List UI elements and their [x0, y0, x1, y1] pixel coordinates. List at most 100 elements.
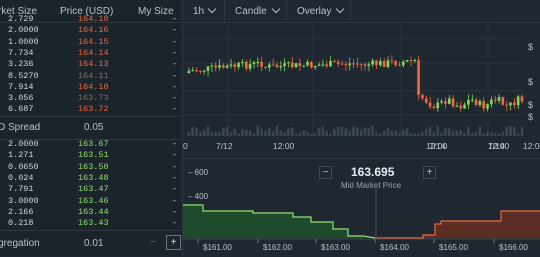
volume-bar: [283, 131, 286, 136]
chart-type-dropdown[interactable]: Candle: [225, 0, 287, 22]
candle: [463, 104, 466, 109]
volume-bar: [359, 129, 363, 136]
volume-bar: [271, 131, 275, 136]
volume-bar: [206, 126, 210, 136]
candle: [202, 70, 206, 72]
volume-bar: [352, 126, 355, 136]
candle: [290, 62, 294, 68]
ask-row[interactable]: 2.0000 164.16 -: [0, 25, 182, 36]
candle: [436, 102, 440, 109]
bid-row[interactable]: 3.0000 163.46 -: [0, 196, 182, 207]
ask-price: 164.11: [78, 70, 109, 81]
candle: [356, 63, 359, 65]
candle: [214, 65, 217, 68]
overlay-dropdown[interactable]: Overlay: [287, 0, 351, 22]
y-axis-label: $: [528, 42, 533, 52]
bid-size: 2.0000: [8, 139, 39, 149]
candle: [218, 65, 221, 68]
volume-bar: [401, 129, 405, 136]
depth-x-label: $165.00: [439, 243, 468, 252]
candle: [225, 65, 229, 68]
ask-size: 7.914: [8, 81, 34, 92]
volume-bar: [371, 126, 374, 136]
depth-y-label: – 600: [188, 168, 209, 177]
candle: [229, 64, 233, 66]
candle: [490, 99, 493, 105]
overlay-value: Overlay: [297, 5, 332, 17]
aggregation-decrease-button[interactable]: −: [150, 237, 156, 248]
candle: [264, 66, 267, 68]
ask-row[interactable]: 3.056 163.73 -: [0, 93, 182, 104]
volume-bar: [482, 133, 486, 136]
volume-bar: [398, 132, 401, 136]
bid-size: 7.791: [8, 184, 34, 195]
ask-price: 164.15: [78, 36, 109, 47]
ask-row[interactable]: 6.687 163.72 -: [0, 104, 182, 115]
my-size-dash: -: [172, 14, 178, 24]
volume-bar: [202, 130, 206, 136]
bid-row[interactable]: 2.166 163.44 -: [0, 207, 182, 218]
bid-price: 163.50: [78, 161, 109, 172]
depth-x-label: $164.00: [380, 243, 409, 252]
volume-bar: [214, 131, 217, 136]
volume-bar: [459, 129, 463, 136]
ask-row[interactable]: 7.734 164.14 -: [0, 48, 182, 59]
interval-dropdown[interactable]: 1h: [183, 0, 225, 22]
ask-row[interactable]: 1.0000 164.15 -: [0, 37, 182, 48]
depth-chart: – 600– 400– 200– 0$161.00$162.00$163.00$…: [183, 168, 540, 252]
bid-price: 163.44: [78, 206, 109, 217]
volume-bar: [321, 126, 325, 136]
candle: [256, 61, 260, 63]
bid-size: 2.166: [8, 206, 34, 217]
ask-row[interactable]: 3.236 164.13 -: [0, 59, 182, 70]
volume-bar: [463, 132, 466, 136]
x-axis-label: 0: [183, 141, 188, 151]
candle: [398, 64, 401, 66]
candle: [233, 64, 237, 68]
candle: [336, 61, 340, 64]
ask-size: 2.729: [8, 14, 34, 24]
ask-size: 6.687: [8, 104, 34, 115]
volume-bar: [405, 128, 409, 136]
candle: [283, 63, 286, 67]
ask-size: 1.0000: [8, 36, 39, 47]
candle: [513, 102, 516, 106]
candle: [359, 63, 363, 65]
volume-bar: [233, 128, 237, 136]
ask-row[interactable]: 2.729 164.18 -: [0, 14, 182, 25]
candle: [363, 64, 367, 66]
aggregation-increase-button[interactable]: +: [166, 235, 181, 250]
volume-bar: [264, 131, 267, 136]
bid-price: 163.51: [78, 150, 109, 161]
my-size-dash: -: [172, 36, 178, 47]
bid-row[interactable]: 2.0000 163.67 -: [0, 139, 182, 150]
candle: [294, 63, 298, 68]
bid-size: 0.0650: [8, 161, 39, 172]
depth-x-label: $162.00: [263, 243, 292, 252]
bid-row[interactable]: 0.218 163.43 -: [0, 218, 182, 229]
candle: [390, 60, 394, 62]
bid-price: 163.48: [78, 172, 109, 183]
ask-row[interactable]: 8.5270 164.11 -: [0, 71, 182, 82]
volume-bar: [294, 133, 298, 136]
bid-size: 3.0000: [8, 195, 39, 206]
volume-bar: [348, 130, 351, 136]
volume-bar: [382, 130, 386, 136]
order-book-panel: rket Size Price (USD) My Size 2.729 164.1…: [0, 0, 183, 256]
candle: [444, 101, 447, 104]
ask-size: 7.734: [8, 47, 34, 58]
bid-row[interactable]: 0.024 163.48 -: [0, 173, 182, 184]
volume-bar: [451, 131, 455, 136]
aggregation-value: 0.01: [84, 238, 104, 249]
price-chart[interactable]: $$$$07/1212:0012:007/1412:007/1412:00: [183, 23, 540, 158]
bid-row[interactable]: 7.791 163.47 -: [0, 184, 182, 195]
candle: [455, 105, 459, 107]
volume-bar: [486, 131, 489, 136]
depth-x-label: $166.00: [499, 243, 528, 252]
candle: [287, 62, 290, 64]
bid-row[interactable]: 1.271 163.51 -: [0, 150, 182, 161]
ask-row[interactable]: 7.914 164.10 -: [0, 82, 182, 93]
volume-bar: [191, 126, 194, 136]
bid-row[interactable]: 0.0650 163.50 -: [0, 162, 182, 173]
candle: [267, 64, 271, 68]
